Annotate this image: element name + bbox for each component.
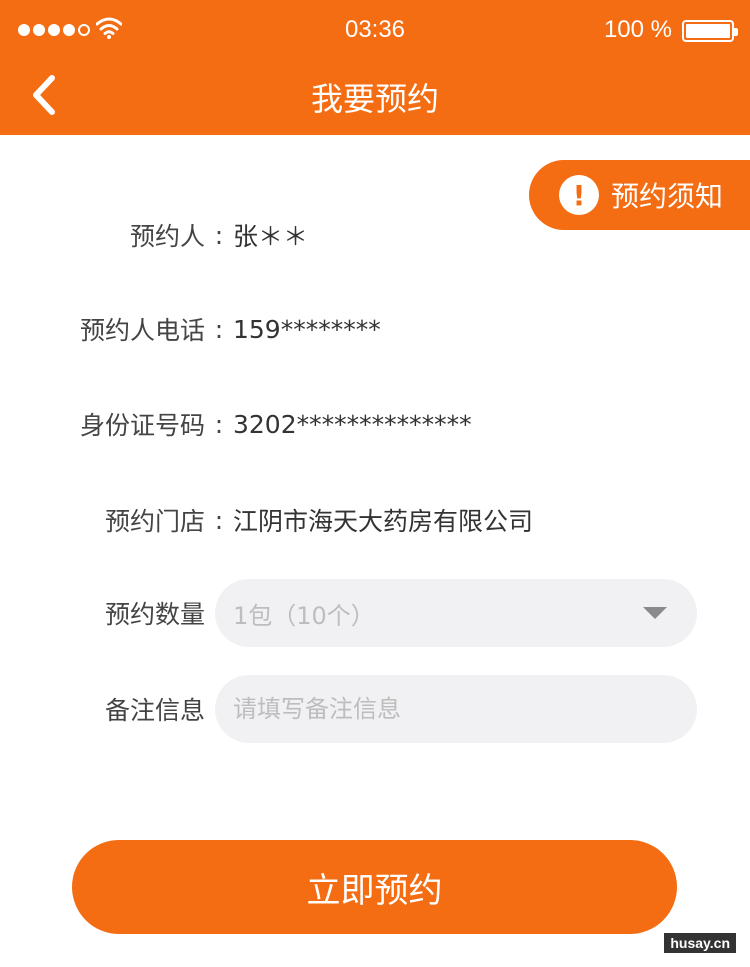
phone-value: 159******** <box>233 314 381 344</box>
exclamation-icon: ! <box>559 175 599 215</box>
phone-label: 预约人电话 <box>79 316 205 345</box>
booker-row: 预约人 : 张＊＊ <box>0 210 750 260</box>
quantity-label: 预约数量 <box>104 600 205 629</box>
remark-input[interactable] <box>233 675 697 743</box>
status-bar: 03:36 100 % <box>0 0 750 58</box>
booker-label: 预约人 <box>129 222 205 251</box>
remark-label: 备注信息 <box>104 696 205 725</box>
store-label: 预约门店 <box>104 507 205 536</box>
submit-booking-button[interactable]: 立即预约 <box>72 840 677 934</box>
booking-notice-label: 预约须知 <box>611 180 724 213</box>
quantity-selected-value: 1包（10个） <box>233 601 375 630</box>
remark-field[interactable] <box>215 675 697 743</box>
page-title: 我要预约 <box>310 80 439 118</box>
id-number-label: 身份证号码 <box>79 411 205 440</box>
header: 03:36 100 % 我要预约 <box>0 0 750 135</box>
id-number-row: 身份证号码 : 3202************** <box>0 399 750 449</box>
dropdown-arrow-icon <box>643 607 667 619</box>
quantity-select[interactable]: 1包（10个） <box>215 579 697 647</box>
store-row: 预约门店 : 江阴市海天大药房有限公司 <box>0 495 750 545</box>
battery-icon <box>682 20 738 42</box>
phone-row: 预约人电话 : 159******** <box>0 304 750 354</box>
battery-percentage: 100 % <box>603 16 672 43</box>
booker-value: 张＊＊ <box>233 222 309 251</box>
id-number-value: 3202************** <box>233 409 472 439</box>
watermark: husay.cn <box>664 933 736 953</box>
store-value: 江阴市海天大药房有限公司 <box>233 507 534 536</box>
